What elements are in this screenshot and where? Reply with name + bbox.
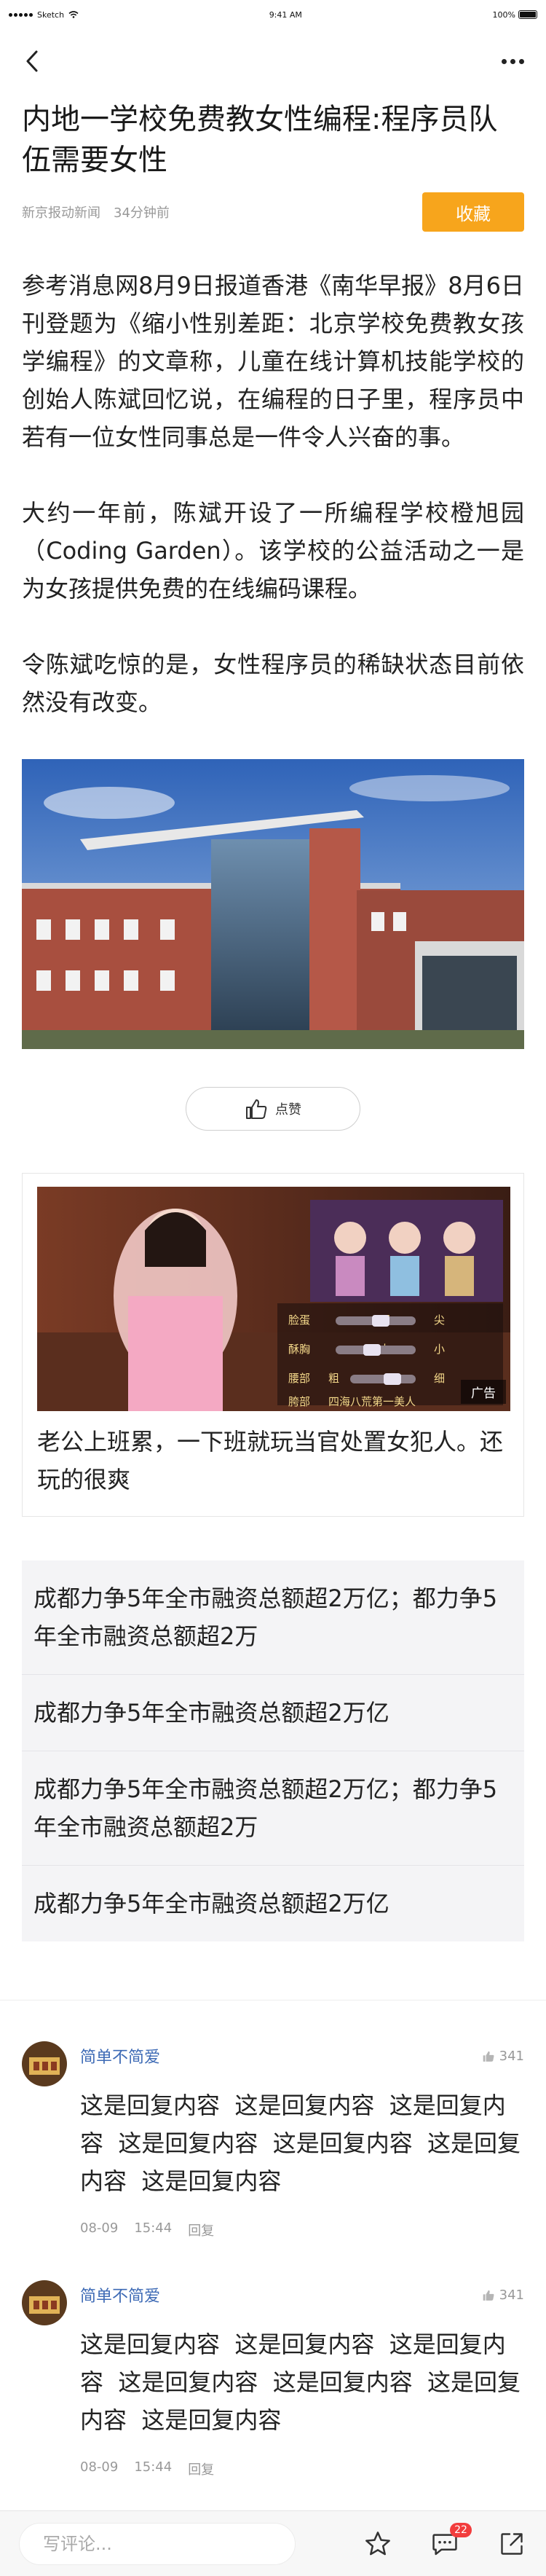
comment-item: 简单不简爱 341 这是回复内容 这是回复内容 这是回复内容 这是回复内容 这是… (22, 2041, 524, 2239)
bottom-bar: 22 (0, 2510, 546, 2576)
like-label: 点赞 (275, 1102, 301, 1118)
ad-image: 脸蛋 圆 尖 酥胸 大 小 腰部 粗 细 胯部 四海八荒第一美人 (37, 1187, 510, 1411)
comment-time: 15:44 (134, 2459, 173, 2475)
battery-icon (518, 10, 537, 19)
related-list: 成都力争5年全市融资总额超2万亿；都力争5年全市融资总额超2万 成都力争5年全市… (22, 1560, 524, 1941)
ad-tag: 广告 (461, 1380, 506, 1404)
like-wrap: 点赞 (22, 1087, 524, 1131)
game-label: 小 (434, 1343, 445, 1356)
status-time: 9:41 AM (269, 9, 302, 20)
article-body: 参考消息网8月9日报道香港《南华早报》8月6日刊登题为《缩小性别差距：北京学校免… (22, 267, 524, 721)
game-label: 细 (434, 1372, 445, 1385)
related-item[interactable]: 成都力争5年全市融资总额超2万亿 (22, 1675, 524, 1751)
status-left: Sketch (9, 10, 79, 20)
game-label: 四海八荒第一美人 (328, 1395, 416, 1408)
article: 内地一学校免费教女性编程:程序员队伍需要女性 新京报动新闻 34分钟前 收藏 参… (0, 99, 546, 1131)
thumbs-up-icon (483, 2051, 494, 2062)
article-paragraph: 参考消息网8月9日报道香港《南华早报》8月6日刊登题为《缩小性别差距：北京学校免… (22, 272, 524, 451)
share-icon (501, 2532, 523, 2555)
more-dots-icon (501, 58, 524, 64)
signal-icon (9, 12, 33, 17)
comment-like-button[interactable]: 341 (482, 2049, 524, 2064)
comment-footer: 08-09 15:44 回复 (80, 2220, 524, 2239)
wifi-icon (68, 11, 79, 18)
carrier-label: Sketch (37, 9, 65, 20)
comment-username[interactable]: 简单不简爱 (80, 2044, 160, 2068)
related-item[interactable]: 成都力争5年全市融资总额超2万亿；都力争5年全市融资总额超2万 (22, 1751, 524, 1866)
comments-button[interactable]: 22 (428, 2522, 472, 2561)
avatar[interactable] (22, 2280, 67, 2325)
battery-indicator: 100% (493, 10, 537, 20)
favorite-button[interactable]: 收藏 (422, 192, 524, 232)
comment-content: 这是回复内容 这是回复内容 这是回复内容 这是回复内容 这是回复内容 这是回复内… (80, 2330, 521, 2434)
game-label: 脸蛋 (288, 1313, 310, 1327)
comment-head: 简单不简爱 341 (80, 2280, 524, 2309)
comment-footer: 08-09 15:44 回复 (80, 2459, 524, 2478)
comment-like-count: 341 (499, 2287, 524, 2303)
article-time: 34分钟前 (114, 205, 170, 221)
nav-bar (0, 29, 546, 93)
ad-card[interactable]: 脸蛋 圆 尖 酥胸 大 小 腰部 粗 细 胯部 四海八荒第一美人 (22, 1173, 524, 1517)
game-label: 酥胸 (288, 1343, 310, 1356)
like-button[interactable]: 点赞 (186, 1087, 360, 1131)
avatar[interactable] (22, 2041, 67, 2086)
article-image (22, 759, 524, 1049)
favorite-star-button[interactable] (361, 2527, 395, 2561)
game-label: 胯部 (288, 1395, 310, 1408)
status-bar: Sketch 9:41 AM 100% (0, 0, 546, 29)
comment-main: 简单不简爱 341 这是回复内容 这是回复内容 这是回复内容 这是回复内容 这是… (80, 2041, 524, 2239)
comment-like-count: 341 (499, 2048, 524, 2064)
comment-date: 08-09 (80, 2459, 119, 2475)
thumbs-up-icon (246, 1099, 267, 1119)
thumbs-up-icon (483, 2290, 494, 2301)
article-meta: 新京报动新闻 34分钟前 (22, 203, 170, 221)
comments-section: 简单不简爱 341 这是回复内容 这是回复内容 这是回复内容 这是回复内容 这是… (0, 2000, 546, 2478)
star-icon (365, 2531, 390, 2555)
article-title: 内地一学校免费教女性编程:程序员队伍需要女性 (22, 103, 498, 177)
comment-content: 这是回复内容 这是回复内容 这是回复内容 这是回复内容 这是回复内容 这是回复内… (80, 2092, 521, 2195)
game-label: 尖 (434, 1313, 445, 1327)
comment-like-button[interactable]: 341 (482, 2288, 524, 2303)
reply-button[interactable]: 回复 (188, 2459, 214, 2478)
comment-date: 08-09 (80, 2220, 119, 2236)
chevron-left-icon (26, 50, 38, 72)
comment-time: 15:44 (134, 2220, 173, 2236)
reply-button[interactable]: 回复 (188, 2220, 214, 2239)
share-button[interactable] (495, 2527, 529, 2561)
comment-head: 简单不简爱 341 (80, 2041, 524, 2070)
bottom-bar-icons: 22 (361, 2522, 529, 2561)
battery-percent: 100% (492, 9, 515, 20)
game-label: 腰部 (288, 1372, 310, 1385)
comment-main: 简单不简爱 341 这是回复内容 这是回复内容 这是回复内容 这是回复内容 这是… (80, 2280, 524, 2478)
game-label: 粗 (328, 1372, 339, 1385)
more-button[interactable] (498, 47, 527, 76)
ad-text: 老公上班累，一下班就玩当官处置女犯人。还玩的很爽 (37, 1428, 504, 1493)
related-item[interactable]: 成都力争5年全市融资总额超2万亿；都力争5年全市融资总额超2万 (22, 1560, 524, 1675)
comment-input[interactable] (19, 2522, 296, 2565)
article-paragraph: 大约一年前，陈斌开设了一所编程学校橙旭园（Coding Garden）。该学校的… (22, 499, 524, 602)
comment-item: 简单不简爱 341 这是回复内容 这是回复内容 这是回复内容 这是回复内容 这是… (22, 2280, 524, 2478)
article-source: 新京报动新闻 (22, 205, 100, 221)
back-button[interactable] (17, 47, 47, 76)
related-item[interactable]: 成都力争5年全市融资总额超2万亿 (22, 1866, 524, 1941)
comment-count-badge: 22 (450, 2522, 472, 2537)
article-paragraph: 令陈斌吃惊的是，女性程序员的稀缺状态目前依然没有改变。 (22, 651, 524, 716)
article-meta-row: 新京报动新闻 34分钟前 收藏 (22, 192, 524, 232)
comment-username[interactable]: 简单不简爱 (80, 2283, 160, 2306)
